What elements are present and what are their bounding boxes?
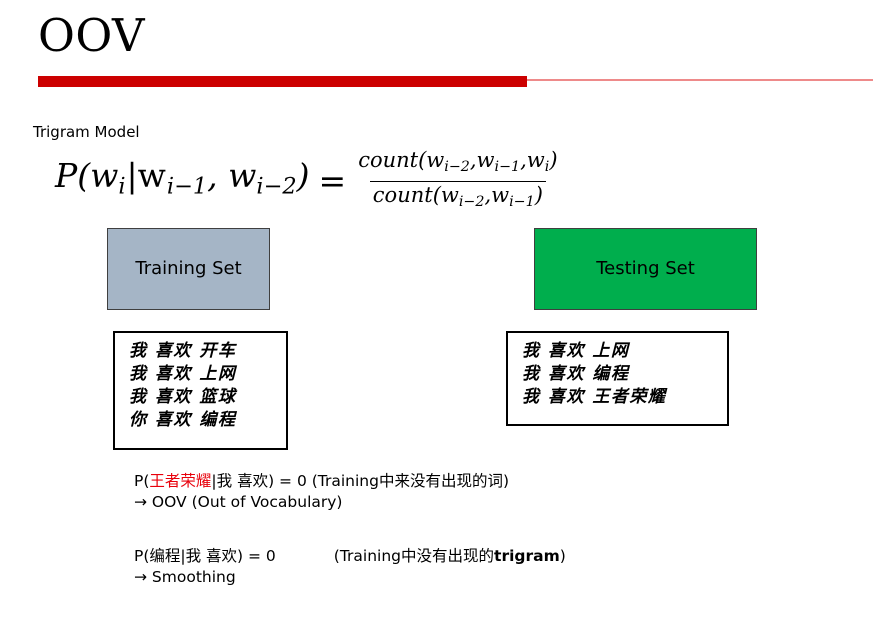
- testing-corpus-box: 我 喜欢 上网 我 喜欢 编程 我 喜欢 王者荣耀: [506, 331, 729, 426]
- training-set-box: Training Set: [107, 228, 270, 310]
- formula-left-hand-side: P(wi|wi−1, wi−2): [55, 156, 310, 200]
- oov-highlighted-word: 王者荣耀: [149, 472, 212, 490]
- trigram-formula: P(wi|wi−1, wi−2) = count(wi−2,wi−1,wi) c…: [55, 148, 561, 215]
- testing-set-label: Testing Set: [596, 258, 695, 279]
- corpus-line: 我 喜欢 篮球: [129, 387, 237, 407]
- training-corpus-box: 我 喜欢 开车 我 喜欢 上网 我 喜欢 篮球 你 喜欢 编程: [113, 331, 288, 450]
- corpus-line: 我 喜欢 上网: [129, 364, 237, 384]
- formula-denominator: count(wi−2,wi−1): [369, 180, 546, 215]
- smoothing-conclusion-line: → Smoothing: [134, 568, 236, 586]
- oov-example-line: P(王者荣耀|我 喜欢) = 0 (Training中来没有出现的词): [134, 472, 510, 490]
- oov-conclusion-line: → OOV (Out of Vocabulary): [134, 493, 343, 511]
- formula-numerator: count(wi−2,wi−1,wi): [358, 148, 558, 175]
- formula-fraction: count(wi−2,wi−1,wi) count(wi−2,wi−1): [355, 148, 560, 215]
- page-title: OOV: [38, 9, 145, 62]
- corpus-line: 我 喜欢 上网: [522, 341, 630, 361]
- smoothing-example-line: P(编程|我 喜欢) = 0 (Training中没有出现的trigram): [134, 547, 566, 565]
- subtitle-trigram-model: Trigram Model: [33, 123, 140, 141]
- title-rule-thick: [38, 76, 527, 87]
- training-set-label: Training Set: [135, 258, 242, 279]
- corpus-line: 我 喜欢 编程: [522, 364, 630, 384]
- testing-set-box: Testing Set: [534, 228, 757, 310]
- corpus-line: 你 喜欢 编程: [129, 410, 237, 430]
- corpus-line: 我 喜欢 王者荣耀: [522, 387, 667, 407]
- corpus-line: 我 喜欢 开车: [129, 341, 237, 361]
- title-rule-thin: [527, 79, 873, 81]
- formula-equals-sign: =: [318, 161, 347, 201]
